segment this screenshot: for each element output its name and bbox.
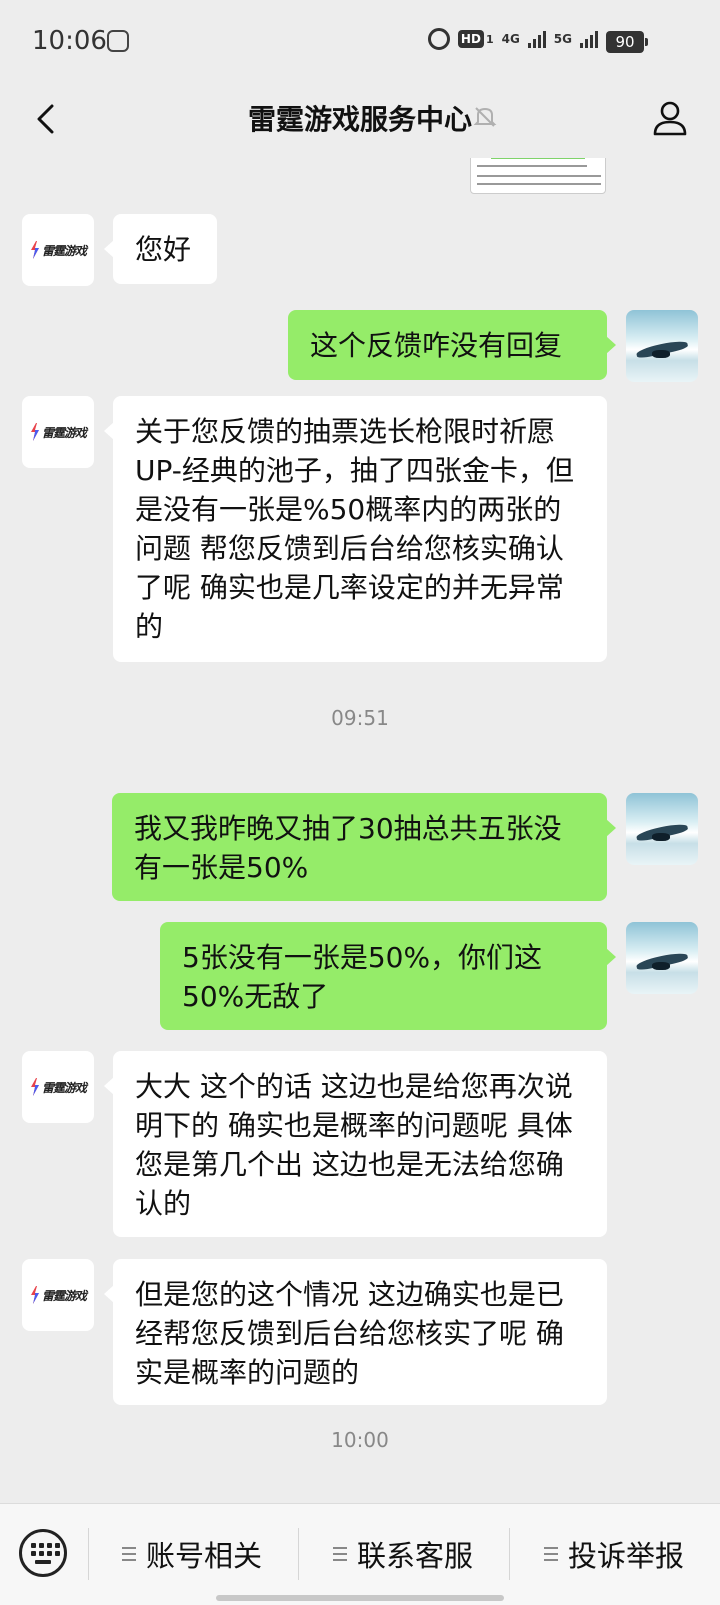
battery-indicator: 90 [606,31,648,53]
mute-bell-icon [473,107,497,127]
menu-divider [298,1528,299,1580]
bottom-menu-bar: 账号相关 联系客服 投诉举报 [0,1503,720,1605]
logo-text: 雷霆游戏 [41,425,87,440]
message-text: 我又我昨晚又抽了30抽总共五张没有一张是50% [134,812,562,884]
menu-contact-service[interactable]: 联系客服 [333,1530,473,1578]
service-avatar[interactable]: 雷霆游戏 [22,396,94,468]
chat-title: 雷霆游戏服务中心 [247,103,472,136]
timestamp: 10:00 [331,1428,389,1452]
menu-list-icon [544,1547,558,1561]
message-bubble[interactable]: 这个反馈咋没有回复 [288,310,616,380]
message-bubble[interactable]: 大大 这个的话 这边也是给您再次说明下的 确实也是概率的问题呢 具体您是第几个出… [104,1051,607,1237]
message-text: 5张没有一张是50%，你们这50%无敌了 [182,941,543,1013]
message-bubble[interactable]: 但是您的这个情况 这边确实也是已经帮您反馈到后台给您核实了呢 确实是概率的问题的 [104,1259,607,1405]
status-bar: 10:06 HD 1 4G 5G 90 [0,0,720,84]
chat-header: 雷霆游戏服务中心 [0,84,720,158]
lightning-logo-icon [30,1286,39,1304]
home-indicator[interactable] [216,1595,504,1601]
notification-app-icon [107,30,129,52]
message-text: 但是您的这个情况 这边确实也是已经帮您反馈到后台给您核实了呢 确实是概率的问题的 [135,1278,564,1389]
lightning-logo-icon [30,423,39,441]
lightning-logo-icon [30,1078,39,1096]
network-5g-label: 5G [553,32,572,46]
network-4g-label: 4G [501,32,520,46]
message-bubble[interactable]: 5张没有一张是50%，你们这50%无敌了 [160,922,616,1030]
keyboard-icon[interactable] [19,1529,67,1577]
signal-bars-1-icon [527,30,546,48]
profile-icon[interactable] [650,98,690,138]
message-bubble[interactable]: 您好 [104,214,217,284]
menu-list-icon [333,1547,347,1561]
message-text: 这个反馈咋没有回复 [310,329,563,362]
menu-contact-label: 联系客服 [357,1539,474,1573]
signal-bars-2-icon [580,30,598,48]
logo-text: 雷霆游戏 [41,1080,87,1095]
message-text: 您好 [135,233,192,266]
service-avatar[interactable]: 雷霆游戏 [22,1259,94,1331]
menu-account[interactable]: 账号相关 [122,1530,262,1578]
menu-account-label: 账号相关 [146,1539,263,1573]
user-avatar[interactable] [626,922,698,994]
user-avatar[interactable] [626,310,698,382]
message-text: 关于您反馈的抽票选长枪限时祈愿UP-经典的池子，抽了四张金卡，但是没有一张是%5… [135,415,574,643]
logo-text: 雷霆游戏 [41,1288,87,1303]
menu-divider [509,1528,510,1580]
status-time: 10:06 [32,26,107,56]
logo-text: 雷霆游戏 [41,243,87,258]
message-bubble[interactable]: 关于您反馈的抽票选长枪限时祈愿UP-经典的池子，抽了四张金卡，但是没有一张是%5… [104,396,607,662]
menu-complaint-label: 投诉举报 [568,1539,685,1573]
message-text: 大大 这个的话 这边也是给您再次说明下的 确实也是概率的问题呢 具体您是第几个出… [135,1070,573,1220]
service-avatar[interactable]: 雷霆游戏 [22,214,94,286]
menu-divider [88,1528,89,1580]
alarm-icon [427,28,450,50]
menu-complaint[interactable]: 投诉举报 [544,1530,684,1578]
chat-messages[interactable]: 雷霆游戏 您好 这个反馈咋没有回复 雷霆游戏 关于您反馈的抽票选长枪限时祈愿UP… [0,158,720,1503]
service-avatar[interactable]: 雷霆游戏 [22,1051,94,1123]
previous-image-message[interactable] [470,158,606,194]
timestamp: 09:51 [331,706,389,730]
message-bubble[interactable]: 我又我昨晚又抽了30抽总共五张没有一张是50% [112,793,616,901]
user-avatar[interactable] [626,793,698,865]
lightning-logo-icon [30,241,39,259]
menu-list-icon [122,1547,136,1561]
hd-badge: HD [457,30,484,48]
sim-sup: 1 [485,32,494,46]
status-indicators: HD 1 4G 5G [427,28,598,50]
